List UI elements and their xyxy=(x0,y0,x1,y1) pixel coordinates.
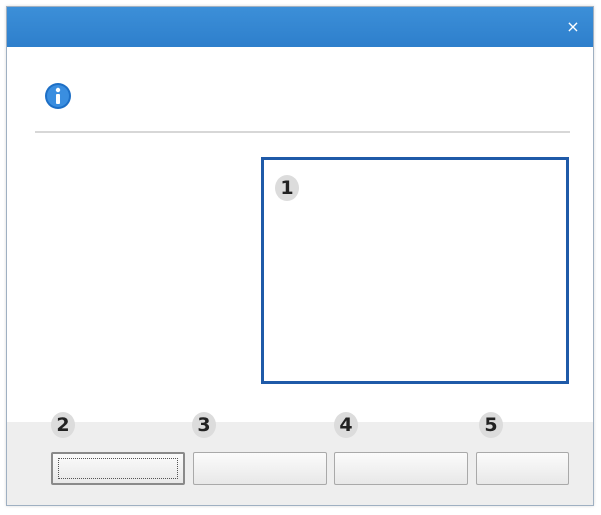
content-area xyxy=(261,157,569,384)
callout-4: 4 xyxy=(334,412,358,438)
dialog-button-3[interactable] xyxy=(334,452,468,485)
info-icon xyxy=(45,83,71,109)
callout-2: 2 xyxy=(51,412,75,438)
dialog-button-4[interactable] xyxy=(476,452,569,485)
callout-3: 3 xyxy=(192,412,216,438)
callout-5: 5 xyxy=(479,412,503,438)
divider xyxy=(35,131,570,133)
dialog-button-1[interactable] xyxy=(51,452,185,485)
callout-1: 1 xyxy=(275,175,299,201)
dialog-button-2[interactable] xyxy=(193,452,327,485)
title-bar[interactable]: × xyxy=(7,7,593,47)
close-button[interactable]: × xyxy=(563,17,583,37)
close-icon: × xyxy=(566,17,580,36)
message-dialog: × 1 2 3 4 5 xyxy=(6,6,594,506)
